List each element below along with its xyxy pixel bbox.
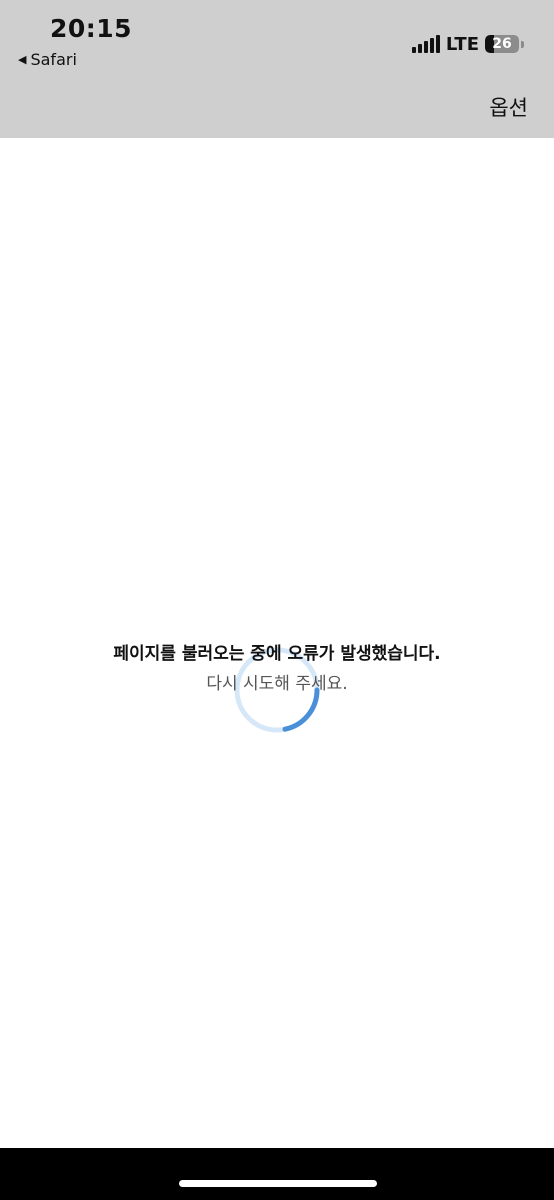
battery-tip [521,40,524,48]
back-to-app-link[interactable]: ◀ Safari [18,50,77,69]
browser-screen: 20:15 ◀ Safari LTE 26 옵션 페이지를 불러오는 중에 오류… [0,0,554,1200]
cellular-signal-icon [411,35,440,53]
options-button[interactable]: 옵션 [489,92,528,122]
status-and-nav-bar: 20:15 ◀ Safari LTE 26 옵션 [0,0,554,138]
bottom-bar [0,1148,554,1200]
error-subtitle: 다시 시도해 주세요. [206,674,348,694]
home-indicator[interactable] [179,1180,377,1187]
battery-level-text: 26 [492,36,512,52]
back-app-label: Safari [30,50,77,69]
status-indicators: LTE 26 [411,33,524,55]
back-triangle-icon: ◀ [18,53,27,66]
error-title: 페이지를 불러오는 중에 오류가 발생했습니다. [113,644,441,664]
error-message-area: 페이지를 불러오는 중에 오류가 발생했습니다. 다시 시도해 주세요. [0,640,554,698]
battery-icon: 26 [485,35,519,53]
status-time: 20:15 [50,14,133,43]
network-type: LTE [445,33,479,55]
